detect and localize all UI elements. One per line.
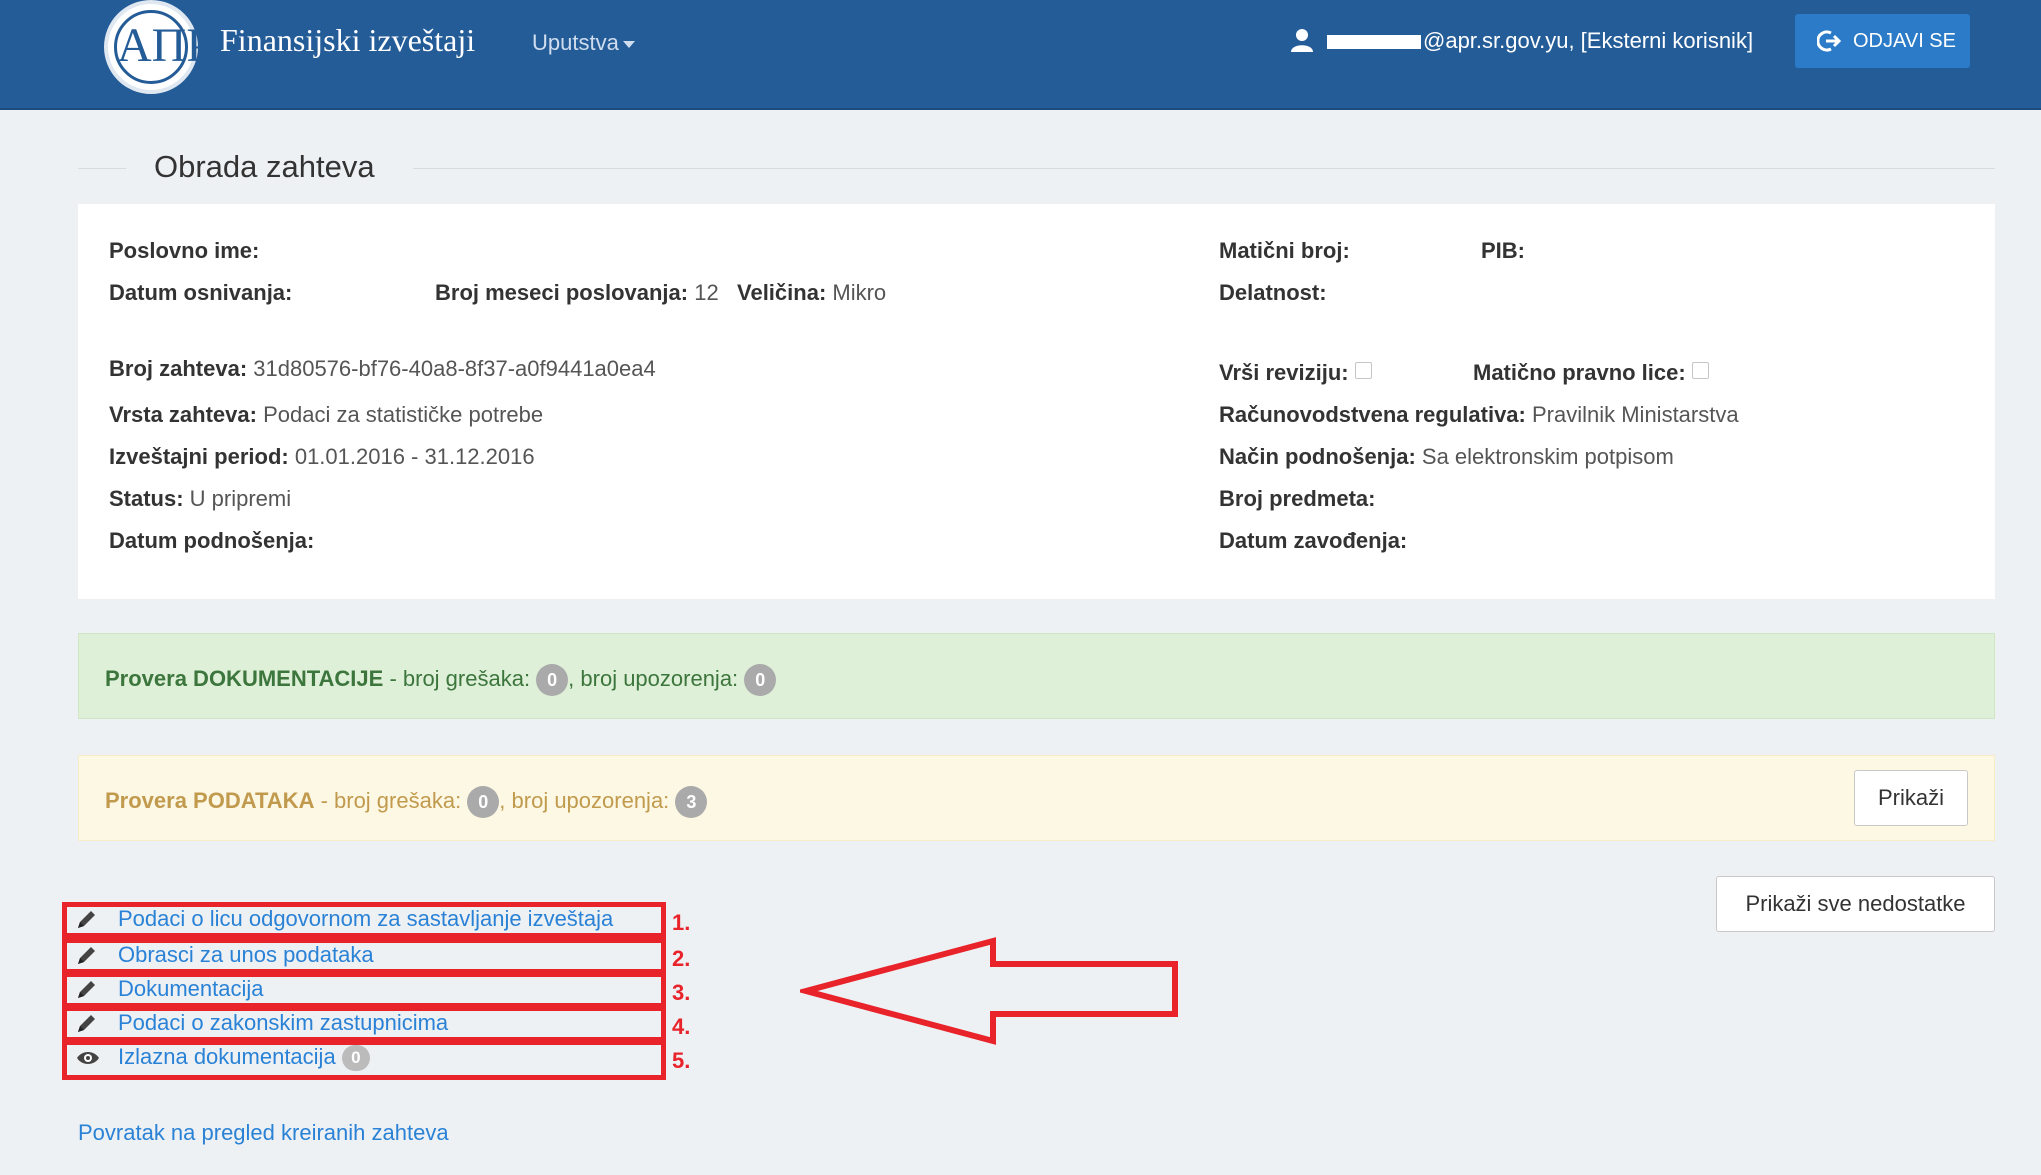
list-item: Podaci o licu odgovornom za sastavljanje…	[62, 902, 822, 938]
status-field: Status: U pripremi	[109, 486, 292, 511]
page-title-bar: Obrada zahteva	[78, 145, 1995, 191]
documentation-check-text: Provera DOKUMENTACIJE - broj grešaka: 0,…	[105, 664, 777, 696]
link-izlazna-dokumentacija[interactable]: Izlazna dokumentacija 0	[118, 1044, 370, 1072]
broj-meseci-field: Broj meseci poslovanja: 12	[435, 280, 719, 305]
eye-icon	[77, 1052, 99, 1064]
user-email: @apr.sr.gov.yu	[1423, 28, 1569, 53]
data-warnings-badge: 3	[675, 786, 708, 818]
poslovno-ime-field: Poslovno ime:	[109, 238, 260, 263]
link-obrasci-za-unos[interactable]: Obrasci za unos podataka	[118, 942, 374, 968]
apr-logo[interactable]: АПР	[104, 0, 213, 94]
broj-predmeta-field: Broj predmeta:	[1219, 486, 1376, 511]
list-item: Dokumentacija 3.	[62, 972, 822, 1008]
list-item: Podaci o zakonskim zastupnicima 4.	[62, 1006, 822, 1042]
delatnost-field: Delatnost:	[1219, 280, 1327, 305]
annotation-number: 5.	[672, 1048, 691, 1073]
racunovodstvena-regulativa-field: Računovodstvena regulativa: Pravilnik Mi…	[1219, 402, 1739, 427]
link-zakonski-zastupnici[interactable]: Podaci o zakonskim zastupnicima	[118, 1010, 448, 1036]
uputstva-menu[interactable]: Uputstva	[532, 30, 635, 56]
data-check-alert: Provera PODATAKA - broj grešaka: 0, broj…	[78, 755, 1995, 841]
prikazi-button[interactable]: Prikaži	[1854, 770, 1968, 826]
caret-down-icon	[622, 40, 635, 48]
brand-title[interactable]: Finansijski izveštaji	[220, 22, 475, 59]
maticni-broj-field: Matični broj:	[1219, 238, 1350, 263]
title-divider-right	[413, 168, 1995, 169]
apr-logo-text: АПР	[114, 10, 213, 84]
maticno-pravno-lice-checkbox[interactable]	[1691, 362, 1709, 379]
documentation-check-title: Provera DOKUMENTACIJE	[105, 665, 384, 691]
annotation-number: 1.	[672, 910, 691, 935]
documentation-warnings-badge: 0	[744, 664, 777, 696]
redacted-username	[1327, 35, 1421, 50]
pencil-icon	[78, 947, 95, 964]
pib-field: PIB:	[1481, 238, 1525, 263]
list-item: Obrasci za unos podataka 2.	[62, 938, 822, 974]
izlazna-dokumentacija-badge: 0	[341, 1045, 370, 1072]
page-title: Obrada zahteva	[154, 149, 375, 184]
list-item: Izlazna dokumentacija 0 5.	[62, 1040, 822, 1080]
datum-podnosenja-field: Datum podnošenja:	[109, 528, 315, 553]
link-dokumentacija[interactable]: Dokumentacija	[118, 976, 264, 1002]
broj-zahteva-field: Broj zahteva: 31d80576-bf76-40a8-8f37-a0…	[109, 356, 656, 381]
vrsi-reviziju-field: Vrši reviziju:	[1219, 360, 1372, 386]
datum-zavodjenja-field: Datum zavođenja:	[1219, 528, 1408, 553]
request-info-panel: Poslovno ime: Datum osnivanja: Broj mese…	[78, 204, 1995, 599]
maticno-pravno-lice-field: Matično pravno lice:	[1473, 360, 1709, 386]
annotation-number: 3.	[672, 980, 691, 1005]
back-to-requests-link[interactable]: Povratak na pregled kreiranih zahteva	[78, 1120, 449, 1146]
datum-osnivanja-field: Datum osnivanja:	[109, 280, 293, 305]
user-account-label: @apr.sr.gov.yu, [Eksterni korisnik]	[1327, 28, 1753, 54]
logout-label: ODJAVI SE	[1853, 30, 1956, 52]
annotation-number: 2.	[672, 946, 691, 971]
data-errors-badge: 0	[467, 786, 500, 818]
annotation-number: 4.	[672, 1014, 691, 1039]
izvestajni-period-field: Izveštajni period: 01.01.2016 - 31.12.20…	[109, 444, 535, 469]
pencil-icon	[78, 1015, 95, 1032]
pencil-icon	[78, 911, 95, 928]
logout-icon	[1817, 30, 1841, 52]
user-role: , [Eksterni korisnik]	[1568, 28, 1754, 53]
user-icon	[1291, 29, 1313, 52]
top-navbar: АПР Finansijski izveštaji Uputstva @apr.…	[0, 0, 2041, 110]
link-podaci-o-licu[interactable]: Podaci o licu odgovornom za sastavljanje…	[118, 906, 613, 932]
vrsta-zahteva-field: Vrsta zahteva: Podaci za statističke pot…	[109, 402, 544, 427]
data-check-title: Provera PODATAKA	[105, 787, 315, 813]
prikazi-sve-nedostatke-button[interactable]: Prikaži sve nedostatke	[1716, 876, 1995, 932]
pencil-icon	[78, 981, 95, 998]
title-divider-left	[78, 168, 126, 169]
vrsi-reviziju-checkbox[interactable]	[1354, 362, 1372, 379]
annotation-arrow	[800, 937, 1178, 1045]
uputstva-menu-label: Uputstva	[532, 30, 619, 55]
nacin-podnosenja-field: Način podnošenja: Sa elektronskim potpis…	[1219, 444, 1674, 469]
velicina-field: Veličina: Mikro	[737, 280, 887, 305]
documentation-errors-badge: 0	[536, 664, 569, 696]
data-check-text: Provera PODATAKA - broj grešaka: 0, broj…	[105, 786, 708, 818]
logout-button[interactable]: ODJAVI SE	[1795, 14, 1970, 68]
documentation-check-alert: Provera DOKUMENTACIJE - broj grešaka: 0,…	[78, 633, 1995, 719]
